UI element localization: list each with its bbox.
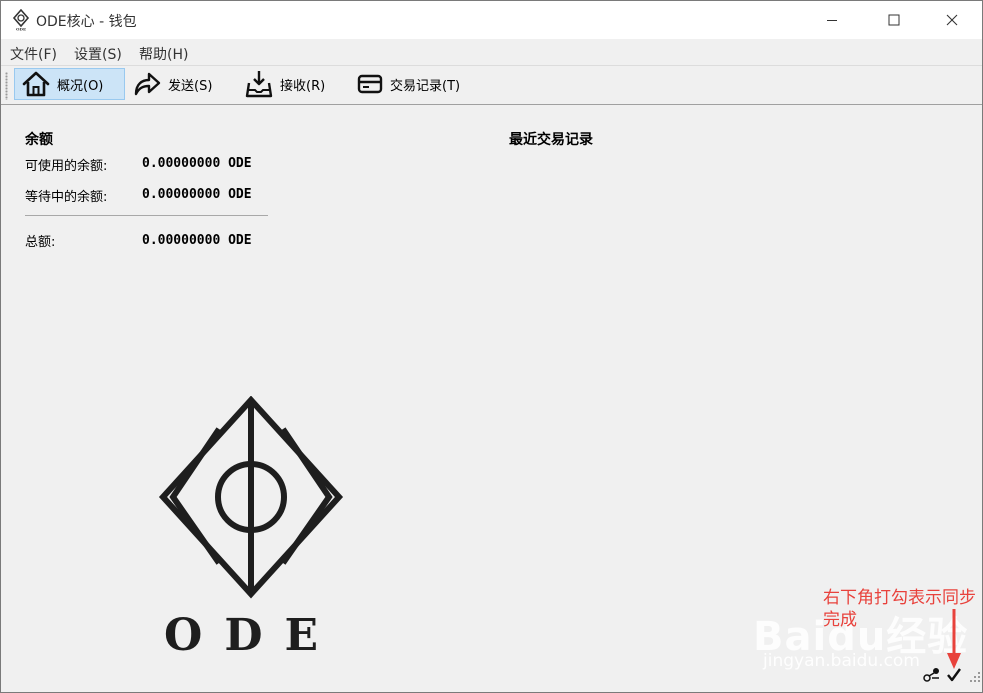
status-bar bbox=[923, 667, 981, 687]
tab-overview[interactable]: 概况(O) bbox=[14, 68, 125, 100]
resize-grip-icon[interactable] bbox=[969, 671, 981, 683]
total-balance-label: 总额: bbox=[25, 235, 56, 250]
network-icon[interactable] bbox=[923, 667, 941, 683]
menu-help[interactable]: 帮助(H) bbox=[139, 44, 188, 64]
tab-transactions-label: 交易记录(T) bbox=[390, 78, 461, 94]
minimize-button[interactable] bbox=[809, 1, 855, 39]
total-balance-value: 0.00000000 ODE bbox=[142, 233, 252, 248]
tab-receive-label: 接收(R) bbox=[280, 78, 326, 94]
ode-app-icon: ODE bbox=[12, 9, 30, 31]
logo-text: ODE bbox=[164, 610, 340, 656]
tab-transactions[interactable]: 交易记录(T) bbox=[350, 68, 478, 100]
title-bar[interactable]: ODE ODE核心 - 钱包 bbox=[1, 1, 982, 39]
maximize-icon bbox=[888, 14, 900, 26]
tab-send[interactable]: 发送(S) bbox=[126, 68, 228, 100]
tab-overview-label: 概况(O) bbox=[57, 78, 104, 94]
ode-logo: ODE bbox=[158, 396, 344, 656]
pending-balance-value: 0.00000000 ODE bbox=[142, 187, 252, 202]
balance-divider bbox=[25, 215, 268, 216]
annotation-arrow-icon bbox=[947, 609, 961, 669]
menu-file[interactable]: 文件(F) bbox=[10, 44, 57, 64]
menu-settings[interactable]: 设置(S) bbox=[74, 44, 122, 64]
tab-send-label: 发送(S) bbox=[168, 78, 213, 94]
tab-receive[interactable]: 接收(R) bbox=[238, 68, 338, 100]
toolbar-grip[interactable] bbox=[5, 72, 8, 100]
maximize-button[interactable] bbox=[871, 1, 917, 39]
sync-check-icon[interactable] bbox=[946, 667, 962, 683]
send-arrow-icon bbox=[134, 72, 161, 96]
home-icon bbox=[22, 71, 50, 97]
receive-icon bbox=[245, 71, 273, 98]
watermark-url: jingyan.baidu.com bbox=[763, 651, 920, 671]
pending-balance-label: 等待中的余额: bbox=[25, 190, 108, 205]
svg-text:ODE: ODE bbox=[16, 27, 26, 32]
window-title: ODE核心 - 钱包 bbox=[36, 14, 137, 30]
available-balance-value: 0.00000000 ODE bbox=[142, 156, 252, 171]
menu-bar: 文件(F) 设置(S) 帮助(H) bbox=[1, 39, 982, 65]
close-icon bbox=[946, 14, 958, 26]
balance-title: 余额 bbox=[25, 132, 53, 148]
minimize-icon bbox=[827, 20, 837, 21]
wallet-window: ODE ODE核心 - 钱包 文件(F) 设置(S) 帮助(H) 概况(O) 发… bbox=[0, 0, 983, 693]
toolbar: 概况(O) 发送(S) 接收(R) 交易记录(T) bbox=[1, 65, 982, 105]
overview-page: 余额 可使用的余额: 0.00000000 ODE 等待中的余额: 0.0000… bbox=[1, 104, 982, 692]
recent-transactions-title: 最近交易记录 bbox=[509, 132, 593, 148]
close-button[interactable] bbox=[929, 1, 975, 39]
available-balance-label: 可使用的余额: bbox=[25, 159, 108, 174]
card-icon bbox=[357, 74, 383, 94]
